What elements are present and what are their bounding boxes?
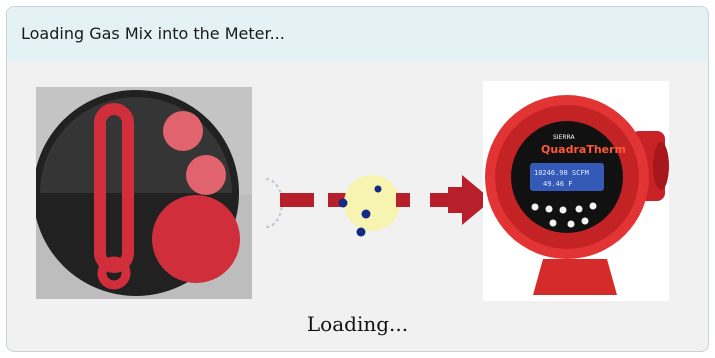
meter-model: QuadraTherm <box>541 143 626 156</box>
meter-brand: SIERRA <box>553 134 575 141</box>
meter-display-line1: 10246.90 SCFM <box>534 169 589 177</box>
flow-meter-image: SIERRA QuadraTherm 10246.90 SCFM 49.46 F <box>483 81 669 301</box>
sierra-logo-icon <box>36 87 252 299</box>
meter-display-line2: 49.46 F <box>543 180 573 188</box>
loading-label: Loading... <box>306 312 409 336</box>
title-bar: Loading Gas Mix into the Meter... <box>7 7 708 61</box>
dialog-title: Loading Gas Mix into the Meter... <box>21 24 285 43</box>
loading-dialog: Loading Gas Mix into the Meter... SIERRA… <box>6 6 709 352</box>
gas-flow-animation-icon <box>265 175 492 237</box>
